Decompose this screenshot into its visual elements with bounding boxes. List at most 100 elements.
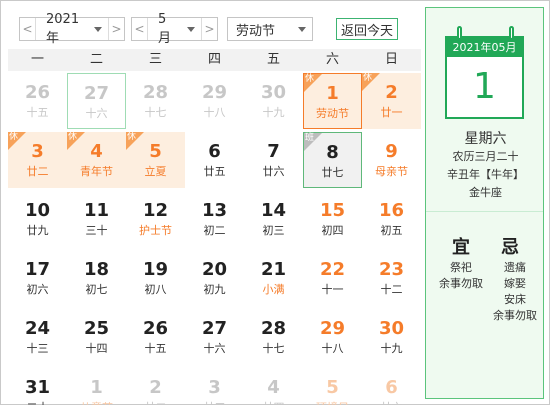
lunar-label: 护士节: [139, 224, 172, 237]
day-number: 3: [208, 377, 221, 398]
day-cell[interactable]: 休 5 立夏: [126, 132, 185, 188]
lunar-label: 劳动节: [316, 107, 349, 120]
badge-label: 休: [305, 74, 315, 84]
weekday-header: 一 二 三 四 五 六 日: [8, 49, 421, 71]
day-number: 12: [142, 200, 169, 221]
calendar-ring-icon: [509, 26, 514, 40]
day-cell[interactable]: 25 十四: [67, 309, 126, 365]
panel-day-number: 1: [473, 66, 496, 107]
day-cell[interactable]: 30 十九: [244, 73, 303, 129]
day-cell[interactable]: 28 十七: [126, 73, 185, 129]
day-cell[interactable]: 23 十二: [362, 250, 421, 306]
day-cell[interactable]: 21 小满: [244, 250, 303, 306]
day-cell[interactable]: 9 母亲节: [362, 132, 421, 188]
panel-lunar-date: 农历三月二十: [452, 150, 519, 163]
lunar-label: 初八: [144, 283, 167, 296]
calendar-grid: 一 二 三 四 五 六 日 26 十五 27 十六 28 十七 29 十八 30 十九休 1 劳动节休…: [8, 49, 421, 405]
day-cell[interactable]: 22 十一: [303, 250, 362, 306]
panel-divider: [426, 211, 543, 212]
year-selector[interactable]: < 2021年 >: [19, 12, 125, 46]
week-row: 26 十五 27 十六 28 十七 29 十八 30 十九 休 1 劳动节休 2 廿一: [8, 72, 421, 130]
day-cell[interactable]: 11 三十: [67, 191, 126, 247]
prev-year-arrow-icon[interactable]: <: [20, 18, 36, 40]
next-month-arrow-icon[interactable]: >: [201, 18, 217, 40]
month-value: 5月: [158, 12, 172, 46]
lunar-label: 十一: [321, 283, 344, 296]
lunar-label: 十六: [85, 107, 108, 120]
day-cell[interactable]: 26 十五: [8, 73, 67, 129]
day-number: 30: [260, 82, 287, 103]
day-cell[interactable]: 休 2 廿一: [362, 73, 421, 129]
day-cell[interactable]: 29 十八: [303, 309, 362, 365]
day-number: 1: [90, 377, 103, 398]
day-number: 5: [326, 377, 339, 398]
month-dropdown[interactable]: 5月: [148, 12, 201, 46]
month-selector[interactable]: < 5月 >: [131, 12, 218, 46]
day-cell[interactable]: 27 十六: [67, 73, 126, 129]
day-cell[interactable]: 2 廿二: [126, 368, 185, 405]
day-cell[interactable]: 10 廿九: [8, 191, 67, 247]
day-number: 22: [319, 259, 346, 280]
lunar-label: 廿六: [362, 401, 421, 405]
day-cell[interactable]: 休 1 劳动节: [303, 73, 362, 129]
day-number: 9: [385, 141, 398, 162]
day-cell[interactable]: 16 初五: [362, 191, 421, 247]
weekday-label: 三: [148, 52, 162, 67]
lunar-label: 十六: [203, 342, 226, 355]
day-cell[interactable]: 7 廿六: [244, 132, 303, 188]
day-detail-panel: 2021年05月 1 星期六 农历三月二十 辛丑年【牛年】 金牛座 宜 忌 祭祀…: [425, 7, 544, 399]
day-cell[interactable]: 14 初三: [244, 191, 303, 247]
day-cell[interactable]: 休 3 廿二: [8, 132, 67, 188]
day-cell[interactable]: 3 廿三: [185, 368, 244, 405]
badge-label: 休: [363, 73, 373, 83]
badge-label: 休: [127, 132, 137, 142]
lunar-label: 十四: [85, 342, 108, 355]
holiday-dropdown[interactable]: 劳动节: [227, 17, 313, 41]
day-number: 26: [24, 82, 51, 103]
day-cell[interactable]: 18 初七: [67, 250, 126, 306]
day-cell[interactable]: 20 初九: [185, 250, 244, 306]
day-cell[interactable]: 6 廿五: [185, 132, 244, 188]
day-cell[interactable]: 17 初六: [8, 250, 67, 306]
day-cell[interactable]: 19 初八: [126, 250, 185, 306]
day-number: 28: [142, 82, 169, 103]
day-cell[interactable]: 5 环境日: [303, 368, 362, 405]
day-cell[interactable]: 6 廿六: [362, 368, 421, 405]
day-cell[interactable]: 休 4 青年节: [67, 132, 126, 188]
day-cell[interactable]: 13 初二: [185, 191, 244, 247]
lunar-label: 立夏: [144, 165, 167, 178]
next-year-arrow-icon[interactable]: >: [108, 18, 124, 40]
day-cell[interactable]: 27 十六: [185, 309, 244, 365]
lunar-label: 廿六: [262, 165, 285, 178]
day-cell[interactable]: 26 十五: [126, 309, 185, 365]
day-number: 27: [83, 83, 110, 104]
day-cell[interactable]: 15 初四: [303, 191, 362, 247]
lunar-label: 十五: [144, 342, 167, 355]
yi-item: 余事勿取: [439, 277, 483, 290]
day-cell[interactable]: 30 十九: [362, 309, 421, 365]
lunar-label: 初九: [203, 283, 226, 296]
ji-list: 遗痛 嫁娶 安床 余事勿取: [486, 260, 544, 324]
lunar-label: 初三: [262, 224, 285, 237]
lunar-label: 青年节: [80, 165, 113, 178]
ji-item: 安床: [504, 293, 526, 306]
day-cell[interactable]: 28 十七: [244, 309, 303, 365]
ji-item: 余事勿取: [493, 309, 537, 322]
day-number: 7: [267, 141, 280, 162]
panel-constellation: 金牛座: [469, 186, 502, 199]
day-cell[interactable]: 班 8 廿七: [303, 132, 362, 188]
day-cell[interactable]: 31 二十: [8, 368, 67, 405]
weekday-label: 五: [266, 52, 280, 67]
lunar-label: 廿一: [380, 106, 403, 119]
back-to-today-button[interactable]: 返回今天: [336, 18, 399, 40]
prev-month-arrow-icon[interactable]: <: [132, 18, 148, 40]
lunar-label: 廿二: [26, 165, 49, 178]
day-cell[interactable]: 1 儿童节: [67, 368, 126, 405]
day-number: 27: [201, 318, 228, 339]
day-cell[interactable]: 29 十八: [185, 73, 244, 129]
day-number: 24: [24, 318, 51, 339]
day-cell[interactable]: 24 十三: [8, 309, 67, 365]
day-cell[interactable]: 12 护士节: [126, 191, 185, 247]
year-dropdown[interactable]: 2021年: [36, 12, 108, 46]
day-cell[interactable]: 4 廿四: [244, 368, 303, 405]
